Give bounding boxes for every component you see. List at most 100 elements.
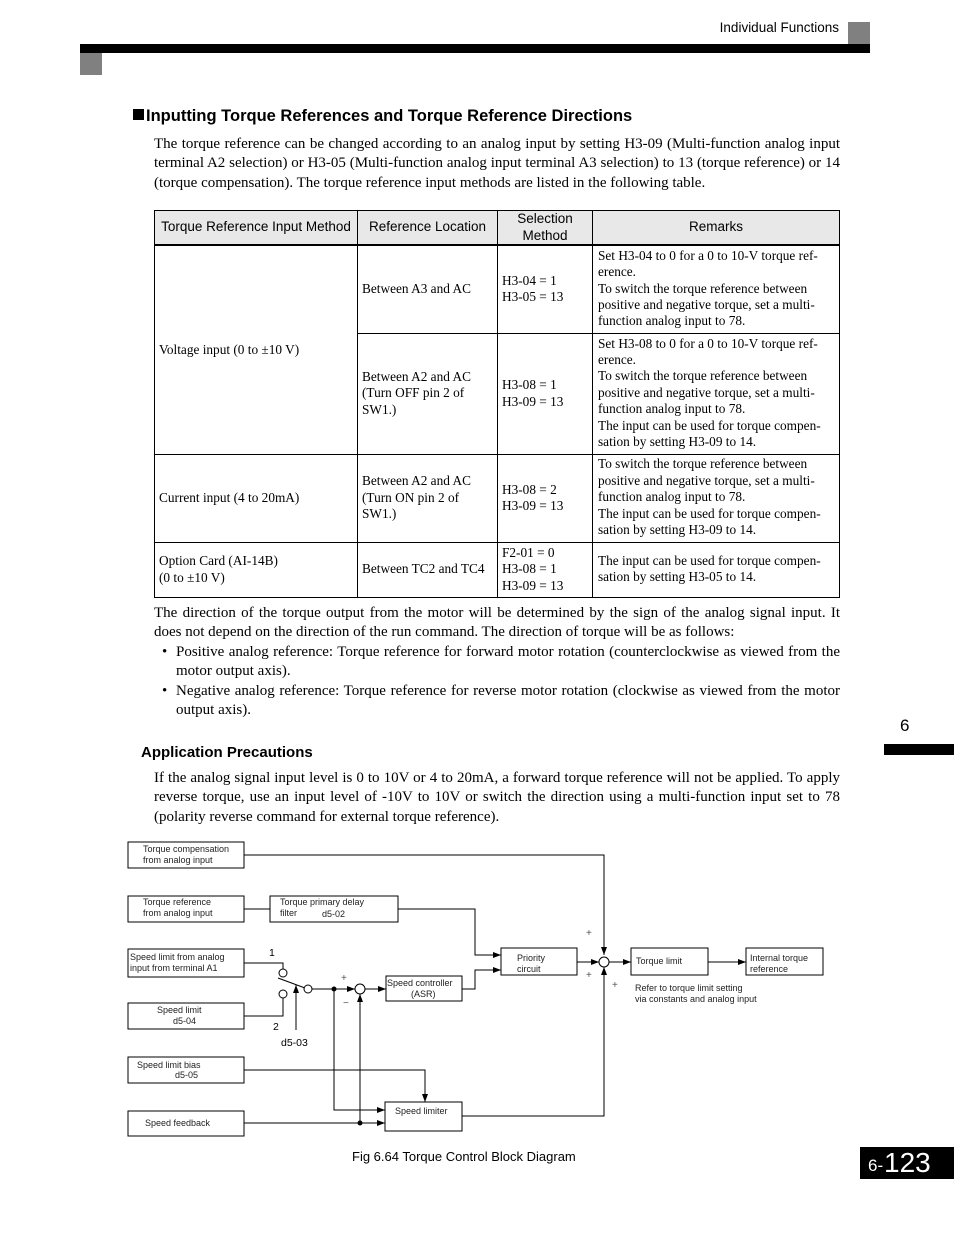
table-row: Current input (4 to 20mA) Between A2 and… (154, 453, 840, 543)
selection-line: H3-04 = 1 (502, 272, 557, 288)
direction-paragraph: The direction of the torque output from … (154, 605, 840, 641)
plus-sign: + (612, 980, 618, 991)
block-label: d5-05 (175, 1070, 198, 1080)
minus-sign: − (343, 998, 349, 1009)
block-torque-reference: Torque reference from analog input (127, 895, 245, 923)
remark-line: The input can be used for torque compen­… (598, 505, 821, 538)
line-limiter-sj (462, 967, 607, 1117)
line-analog-switch (244, 962, 284, 969)
cell-selection: H3-08 = 2 H3-09 = 13 (497, 453, 593, 543)
torque-summing-junction (598, 956, 610, 968)
col-header-location: Reference Location (357, 210, 498, 246)
method-line: Option Card (AI-14B) (159, 553, 278, 569)
col-header-remarks: Remarks (592, 210, 840, 246)
cell-location: Between A2 and AC (Turn OFF pin 2 of SW1… (357, 332, 498, 455)
block-label: Speed limit from analog (130, 952, 225, 962)
remark-line: Set H3-04 to 0 for a 0 to 10-V torque re… (598, 247, 818, 280)
table-row: Option Card (AI-14B) (0 to ±10 V) Betwee… (154, 541, 840, 598)
block-label: Speed controller (387, 978, 453, 988)
cell-method: Voltage input (0 to ±10 V) (154, 244, 358, 455)
line-filter-priority (398, 908, 501, 958)
block-label: filter (280, 908, 297, 918)
selection-line: F2-01 = 0 (502, 544, 555, 560)
switch-position-2-label: 2 (273, 1021, 279, 1033)
block-label: Torque reference (143, 897, 211, 907)
torque-limit-note: via constants and analog input (635, 994, 757, 1004)
block-torque-delay-filter: Torque primary delay filter d5-02 (269, 895, 399, 923)
remark-line: To switch the torque reference between p… (598, 456, 815, 505)
selection-line: H3-08 = 1 (502, 561, 557, 577)
cell-location: Between A3 and AC (357, 244, 498, 334)
switch-contact-2 (278, 989, 288, 999)
torque-limit-note: Refer to torque limit setting (635, 983, 743, 993)
line-d504-switch (244, 998, 284, 1017)
block-label: (ASR) (411, 989, 436, 999)
block-speed-limit-bias: Speed limit bias d5-05 (127, 1056, 245, 1084)
block-label: circuit (517, 964, 541, 974)
line-asr-priority (462, 967, 501, 990)
remark-line: Set H3-08 to 0 for a 0 to 10-V torque re… (598, 335, 818, 367)
block-speed-limiter: Speed limiter (384, 1101, 463, 1132)
chapter-tab-bar (884, 744, 954, 755)
selection-line: H3-09 = 13 (502, 393, 564, 409)
col-header-selection: Selection Method (497, 210, 593, 246)
page-number: 123 (884, 1147, 931, 1178)
block-label: from analog input (143, 908, 213, 918)
block-label: Torque limit (636, 956, 683, 966)
cell-remarks: Set H3-04 to 0 for a 0 to 10-V torque re… (592, 244, 840, 334)
cell-selection: F2-01 = 0 H3-08 = 1 H3-09 = 13 (497, 541, 593, 598)
switch-pivot (303, 984, 313, 994)
remark-line: To switch the torque reference between p… (598, 368, 815, 417)
plus-sign: + (341, 973, 347, 984)
block-label: reference (750, 964, 788, 974)
selection-line: H3-08 = 1 (502, 377, 557, 393)
block-label: Torque primary delay (280, 897, 365, 907)
junction-dot (357, 1120, 363, 1126)
page-number-prefix: 6- (868, 1156, 884, 1175)
block-label: Internal torque (750, 953, 808, 963)
running-header-title: Individual Functions (719, 20, 839, 35)
bullet-text: Positive analog reference: Torque refere… (176, 644, 840, 680)
block-speed-limit-d5-04: Speed limit d5-04 (127, 1002, 245, 1030)
method-line: (0 to ±10 V) (159, 569, 225, 585)
block-internal-torque-reference: Internal torque reference (745, 947, 824, 976)
cell-remarks: To switch the torque reference between p… (592, 453, 840, 543)
header-tab-left (80, 53, 102, 75)
cell-method: Option Card (AI-14B) (0 to ±10 V) (154, 541, 358, 598)
bullet-icon: • (162, 644, 168, 660)
section-heading: Inputting Torque References and Torque R… (133, 107, 632, 126)
block-speed-controller: Speed controller (ASR) (385, 975, 463, 1002)
col-header-method: Torque Reference Input Method (154, 210, 358, 246)
block-label: Speed limit (157, 1005, 202, 1015)
header-tab-right (848, 22, 870, 44)
speed-summing-junction (354, 983, 366, 995)
block-label: Speed limiter (395, 1106, 448, 1116)
block-torque-compensation: Torque compensation from analog input (127, 841, 245, 869)
chapter-number: 6 (900, 716, 910, 735)
switch-contact-1 (278, 968, 288, 978)
direction-bullet-list: • Positive analog reference: Torque refer… (162, 643, 840, 720)
line-bias-limiter (244, 1069, 428, 1102)
plus-sign: + (586, 928, 592, 939)
selection-line: H3-08 = 2 (502, 481, 557, 497)
selection-line: H3-09 = 13 (502, 577, 564, 593)
switch-position-1-label: 1 (269, 947, 275, 959)
selection-line: H3-05 = 13 (502, 289, 564, 305)
cell-selection: H3-08 = 1 H3-09 = 13 (497, 332, 593, 455)
block-label: Torque compensation (143, 844, 229, 854)
block-label: Speed feedback (145, 1118, 211, 1128)
block-label: input from terminal A1 (130, 963, 218, 973)
signal-lines (244, 854, 746, 1126)
block-label: from analog input (143, 855, 213, 865)
switch-parameter-label: d5-03 (281, 1037, 308, 1049)
figure-caption: Fig 6.64 Torque Control Block Diagram (352, 1149, 576, 1164)
intro-paragraph: The torque reference can be changed acco… (154, 136, 840, 191)
block-torque-limit: Torque limit (630, 947, 709, 976)
cell-remarks: The input can be used for torque compen­… (592, 541, 840, 598)
table-row: Voltage input (0 to ±10 V) Between A3 an… (154, 244, 840, 455)
block-label: d5-02 (322, 909, 345, 919)
precautions-heading: Application Precautions (141, 744, 313, 761)
precautions-paragraph: If the analog signal input level is 0 to… (154, 770, 840, 825)
junction-dot (331, 986, 337, 992)
cell-method: Current input (4 to 20mA) (154, 453, 358, 543)
